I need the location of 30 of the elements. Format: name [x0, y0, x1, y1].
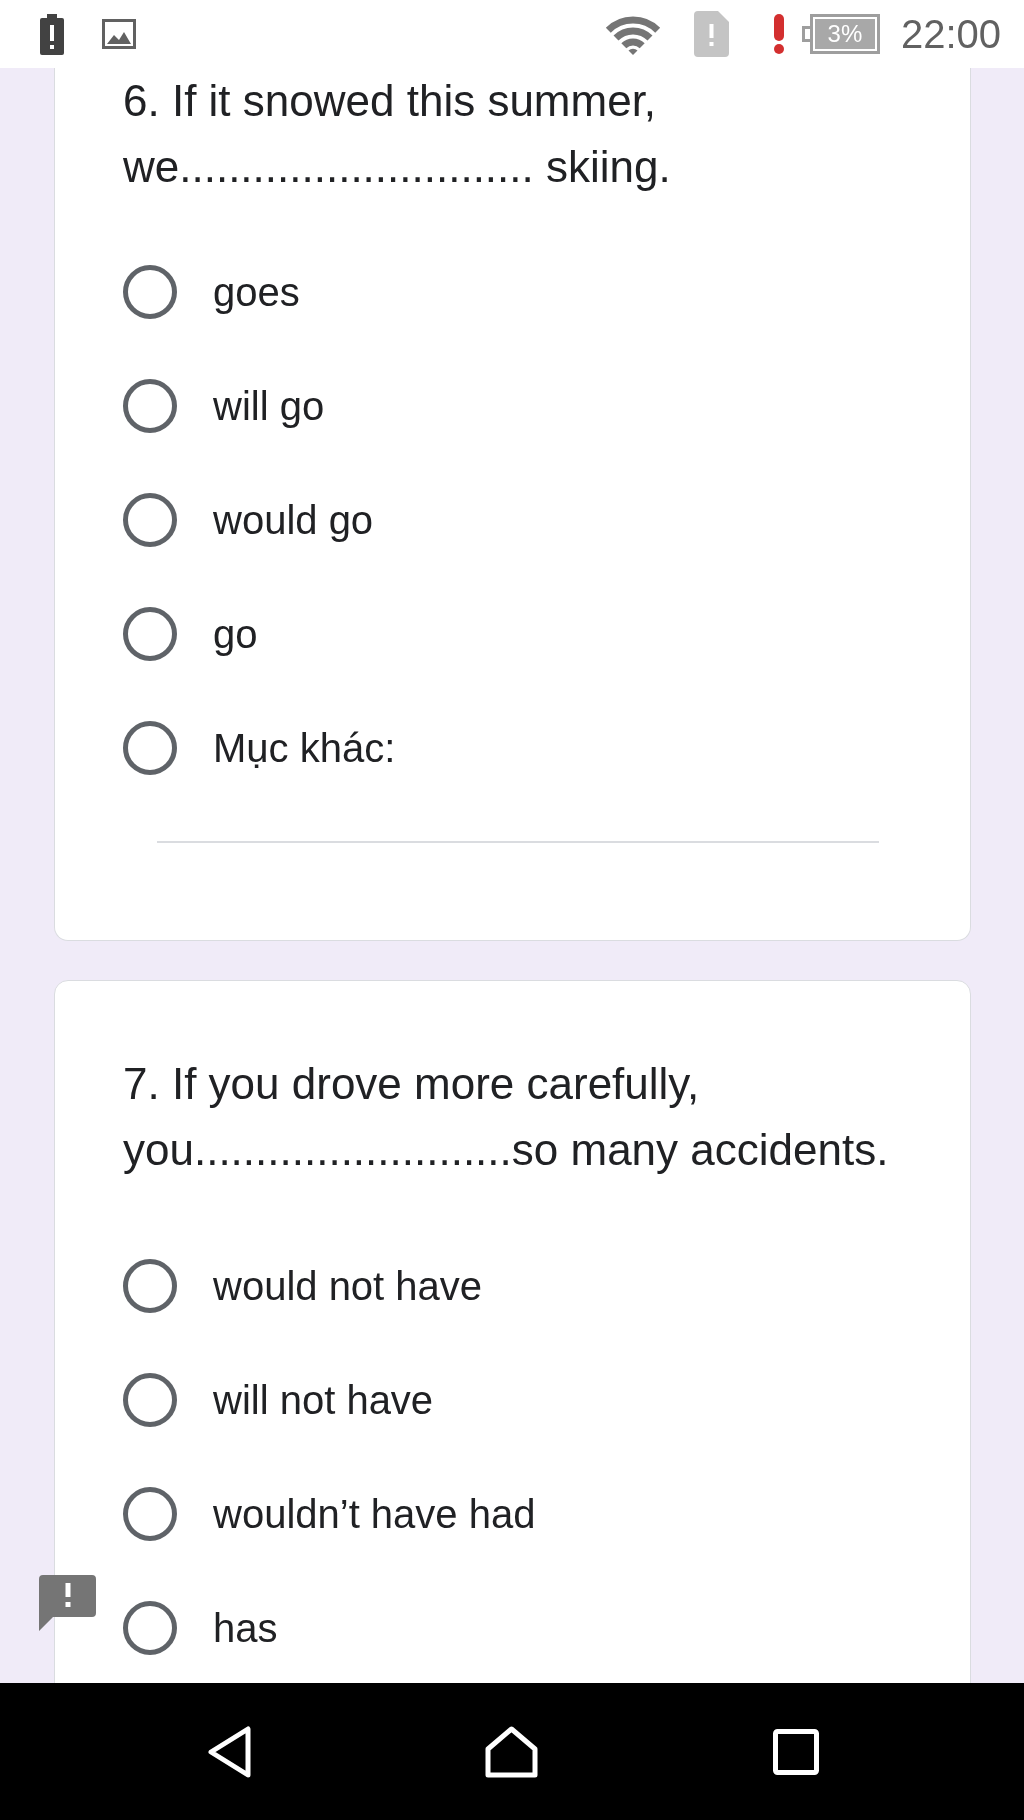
radio-button[interactable]: [123, 1487, 177, 1541]
option-label: goes: [213, 269, 300, 316]
alert-icon: [771, 14, 786, 54]
home-icon[interactable]: [485, 1725, 538, 1778]
back-icon[interactable]: [207, 1725, 251, 1778]
battery-indicator: 3%: [801, 14, 880, 54]
option-label: would not have: [213, 1263, 483, 1310]
radio-button[interactable]: [123, 265, 177, 319]
feedback-alert-icon[interactable]: [39, 1575, 96, 1631]
radio-button[interactable]: [123, 1259, 177, 1313]
square-icon[interactable]: [773, 1728, 819, 1775]
question-text: 6. If it snowed this summer, we............................. skiing.: [123, 75, 672, 193]
radio-button[interactable]: [123, 721, 177, 775]
sim-card-alert-icon: [693, 11, 729, 57]
image-icon: [102, 19, 136, 49]
option-label: would go: [213, 497, 374, 544]
radio-button[interactable]: [123, 1373, 177, 1427]
radio-button[interactable]: [123, 607, 177, 661]
radio-button[interactable]: [123, 1601, 177, 1655]
radio-button[interactable]: [123, 493, 177, 547]
option-label: Mục khác:: [213, 725, 396, 772]
option-label: wouldn’t have had: [213, 1491, 536, 1538]
battery-alert-icon: [40, 13, 64, 55]
clock-time: 22:00: [900, 14, 1001, 54]
option-label: has: [213, 1605, 278, 1652]
option-label: will go: [213, 383, 325, 430]
option-label: go: [213, 611, 258, 658]
option-label: will not have: [213, 1377, 434, 1424]
radio-button[interactable]: [123, 379, 177, 433]
question-text: 7. If you drove more carefully, you..........................so many accidents.: [123, 1058, 890, 1176]
